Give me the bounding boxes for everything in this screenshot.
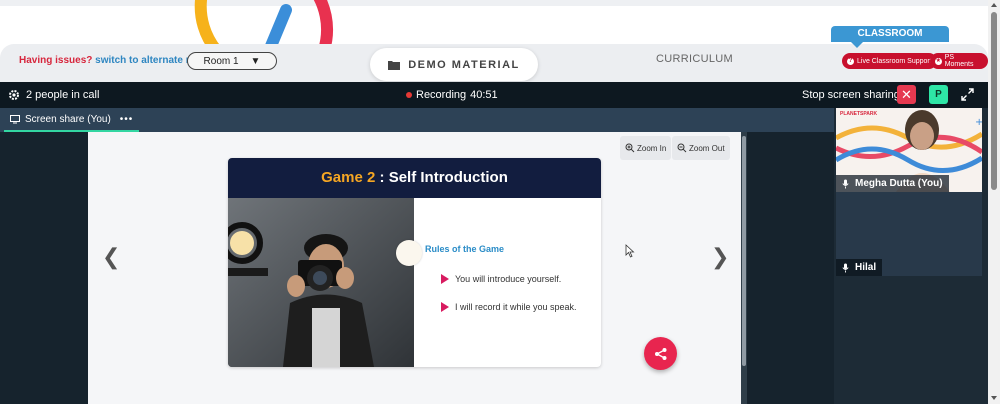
zoom-in-icon [625,143,635,153]
zoom-out-button[interactable]: Zoom Out [672,136,730,160]
share-button[interactable] [644,337,677,370]
curriculum-tab[interactable]: CURRICULUM [656,53,733,65]
classroom-tab[interactable]: CLASSROOM [831,26,949,48]
recording-indicator: Recording 40:51 [406,89,498,101]
people-count: 2 people in call [26,89,100,101]
zoom-out-label: Zoom Out [689,143,725,153]
room-select-value: Room 1 [203,55,239,67]
zoom-out-icon [677,143,687,153]
stage-scroll-thumb[interactable] [742,136,746,366]
stage-scrollbar[interactable] [741,132,747,404]
rule-item: I will record it while you speak. [441,302,577,312]
rule-text: I will record it while you speak. [455,302,577,312]
microphone-icon [842,263,849,272]
fullscreen-icon[interactable] [961,88,974,101]
participant-label: Megha Dutta (You) [836,175,949,192]
zoom-in-label: Zoom In [637,143,667,153]
recording-dot-icon [406,92,412,98]
scroll-thumb[interactable] [991,12,997,190]
photographer-image [228,198,414,367]
ps-moments-button[interactable]: ★ PS Moments [930,53,988,69]
recording-time: 40:51 [470,89,498,101]
slide-decoration [396,240,422,266]
meeting-tabbar: Screen share (You) ••• [0,108,834,132]
meeting-topbar: 2 people in call Recording 40:51 Stop sc… [0,82,988,108]
presentation-slide: Game 2 : Self Introduction Rules of the … [228,158,601,367]
page-scrollbar[interactable] [988,0,1000,404]
room-select[interactable]: Room 1 ▼ [187,52,277,70]
microphone-icon [842,179,849,188]
star-icon: ★ [935,57,942,65]
screen-icon [10,114,20,123]
participant-label: Hilal [836,259,883,276]
zoom-in-button[interactable]: Zoom In [620,136,672,160]
demo-material-label: DEMO MATERIAL [408,58,520,71]
caret-down-icon: ▼ [250,55,261,67]
ps-moments-label: PS Moments [944,54,974,68]
slide-title-number: 2 [367,169,376,186]
recording-label: Recording [416,89,467,101]
top-strip [0,0,988,6]
folder-icon [388,60,401,70]
meeting-panel: 2 people in call Recording 40:51 Stop sc… [0,82,988,404]
participant-tiles: + PLANETSPARK Megha Dutta (You) Hilal [834,108,988,404]
gear-icon[interactable] [8,89,20,101]
demo-material-button[interactable]: DEMO MATERIAL [370,48,538,81]
participant-name: Megha Dutta (You) [855,178,943,189]
live-support-button[interactable]: ? Live Classroom Support [842,53,937,69]
tab-screen-share[interactable]: Screen share (You) ••• [4,108,140,132]
app-root: Having issues? switch to alternate room … [0,0,1000,404]
participant-name: Hilal [855,262,877,273]
help-icon: ? [847,57,854,65]
rule-bullet-icon [441,274,449,284]
shared-content: Zoom In Zoom Out Game 2 : Self Introduct… [88,132,741,404]
participant-tile[interactable]: Hilal [836,192,982,276]
scroll-down-icon[interactable] [991,396,997,400]
next-slide-button[interactable]: ❯ [711,244,729,270]
participant-tile[interactable]: + PLANETSPARK Megha Dutta (You) [836,108,982,192]
live-support-label: Live Classroom Support [857,57,932,65]
stop-share-label: Stop screen sharing [802,89,900,101]
more-options-icon[interactable]: ••• [120,114,134,125]
rule-bullet-icon [441,302,449,312]
screen-share-stage: Zoom In Zoom Out Game 2 : Self Introduct… [0,132,834,404]
scroll-up-icon[interactable] [991,3,997,7]
share-icon [654,347,666,360]
slide-title-text: : Self Introduction [379,169,508,186]
mouse-cursor-icon [625,244,635,258]
slide-title: Game 2 : Self Introduction [228,158,601,198]
tab-screen-share-label: Screen share (You) [25,113,111,125]
slide-title-game: Game [321,169,363,186]
rule-item: You will introduce yourself. [441,274,561,284]
stop-share-button[interactable]: ✕ [897,85,916,104]
svg-text:+: + [975,117,982,128]
issue-message: Having issues? switch to alternate room [19,55,211,66]
issue-label: Having issues? [19,55,93,66]
site-header: Having issues? switch to alternate room … [0,0,988,82]
rule-text: You will introduce yourself. [455,274,562,284]
rules-heading: Rules of the Game [425,244,505,254]
avatar[interactable]: P [929,85,948,104]
prev-slide-button[interactable]: ❮ [102,244,120,270]
brand-logo: PLANETSPARK [840,111,878,117]
